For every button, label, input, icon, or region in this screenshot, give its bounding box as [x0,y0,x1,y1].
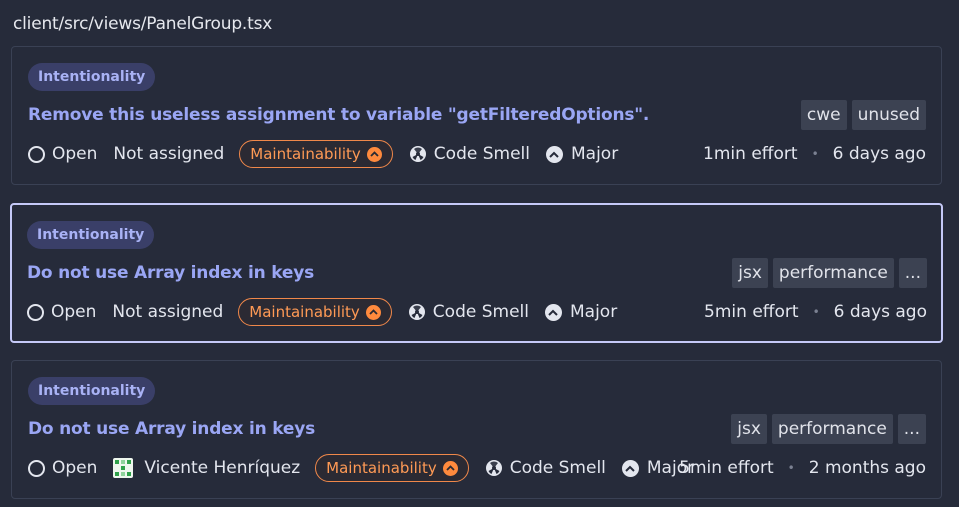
tag[interactable]: jsx [732,258,768,288]
more-tags-button[interactable]: ... [898,258,927,288]
issue-title-link[interactable]: Do not use Array index in keys [28,419,315,439]
software-quality-pill[interactable]: Maintainability [238,298,392,326]
file-path: client/src/views/PanelGroup.tsx [13,14,273,34]
issue-tags[interactable]: jsx performance ... [732,258,927,288]
severity[interactable]: Major [544,302,618,322]
status-label: Open [52,458,98,478]
issue-tags[interactable]: cwe unused [800,100,926,130]
tag[interactable]: unused [851,100,926,130]
quality-label: Maintainability [326,459,437,477]
type-label: Code Smell [432,302,529,322]
separator-dot: • [811,147,819,161]
effort-label: 5min effort [704,302,799,322]
age-label: 6 days ago [833,302,927,322]
status-dropdown[interactable]: Open [27,302,96,322]
chevron-up-icon [366,146,382,162]
age-label: 2 months ago [808,458,926,478]
age-label: 6 days ago [832,144,926,164]
separator-dot: • [787,461,795,475]
tag[interactable]: jsx [731,414,767,444]
issue-type: Code Smell [409,144,530,164]
tag[interactable]: performance [772,258,894,288]
status-label: Open [51,302,97,322]
issue-title-link[interactable]: Do not use Array index in keys [27,263,314,283]
assignee-dropdown[interactable]: Vicente Henríquez [113,458,300,478]
tag[interactable]: cwe [800,100,847,130]
issue-meta: Open Vicente Henríquez Maintainability C… [28,453,694,483]
issue-card[interactable]: Intentionality Do not use Array index in… [11,360,942,499]
assignee-label: Vicente Henríquez [144,458,301,478]
clean-code-attribute-badge: Intentionality [27,221,155,249]
code-smell-icon [408,304,425,320]
tag[interactable]: performance [771,414,893,444]
code-smell-icon [409,146,426,162]
severity-label: Major [569,302,618,322]
effort-label: 5min effort [679,458,774,478]
assignee-label: Not assigned [113,144,225,164]
status-label: Open [52,144,98,164]
issue-effort-age: 5min effort • 6 days ago [704,297,927,327]
issue-title-link[interactable]: Remove this useless assignment to variab… [28,105,649,125]
assignee-dropdown[interactable]: Not assigned [112,302,223,322]
chevron-up-icon [442,460,458,476]
issue-effort-age: 1min effort • 6 days ago [703,139,926,169]
assignee-dropdown[interactable]: Not assigned [113,144,224,164]
quality-label: Maintainability [250,145,361,163]
issue-meta: Open Not assigned Maintainability Code S… [27,297,617,327]
status-dropdown[interactable]: Open [28,144,97,164]
major-severity-icon [545,145,563,163]
chevron-up-icon [365,304,381,320]
effort-label: 1min effort [703,144,798,164]
issue-type: Code Smell [485,458,606,478]
open-status-icon [28,145,45,163]
software-quality-pill[interactable]: Maintainability [315,454,469,482]
type-label: Code Smell [433,144,530,164]
status-dropdown[interactable]: Open [28,458,97,478]
issue-tags[interactable]: jsx performance ... [731,414,926,444]
clean-code-attribute-badge: Intentionality [28,377,156,405]
more-tags-button[interactable]: ... [897,414,926,444]
severity-label: Major [570,144,619,164]
major-severity-icon [621,459,639,477]
issue-type: Code Smell [408,302,529,322]
avatar-icon [113,458,134,478]
issue-effort-age: 5min effort • 2 months ago [679,453,926,483]
quality-label: Maintainability [249,303,360,321]
open-status-icon [27,303,44,321]
issue-card-selected[interactable]: Intentionality Do not use Array index in… [10,203,943,343]
code-smell-icon [485,460,502,476]
assignee-label: Not assigned [112,302,224,322]
clean-code-attribute-badge: Intentionality [28,63,156,91]
issue-card[interactable]: Intentionality Remove this useless assig… [11,46,942,185]
issue-meta: Open Not assigned Maintainability Code S… [28,139,618,169]
separator-dot: • [812,305,820,319]
type-label: Code Smell [509,458,606,478]
severity[interactable]: Major [545,144,619,164]
open-status-icon [28,459,45,477]
software-quality-pill[interactable]: Maintainability [239,140,393,168]
major-severity-icon [544,303,562,321]
